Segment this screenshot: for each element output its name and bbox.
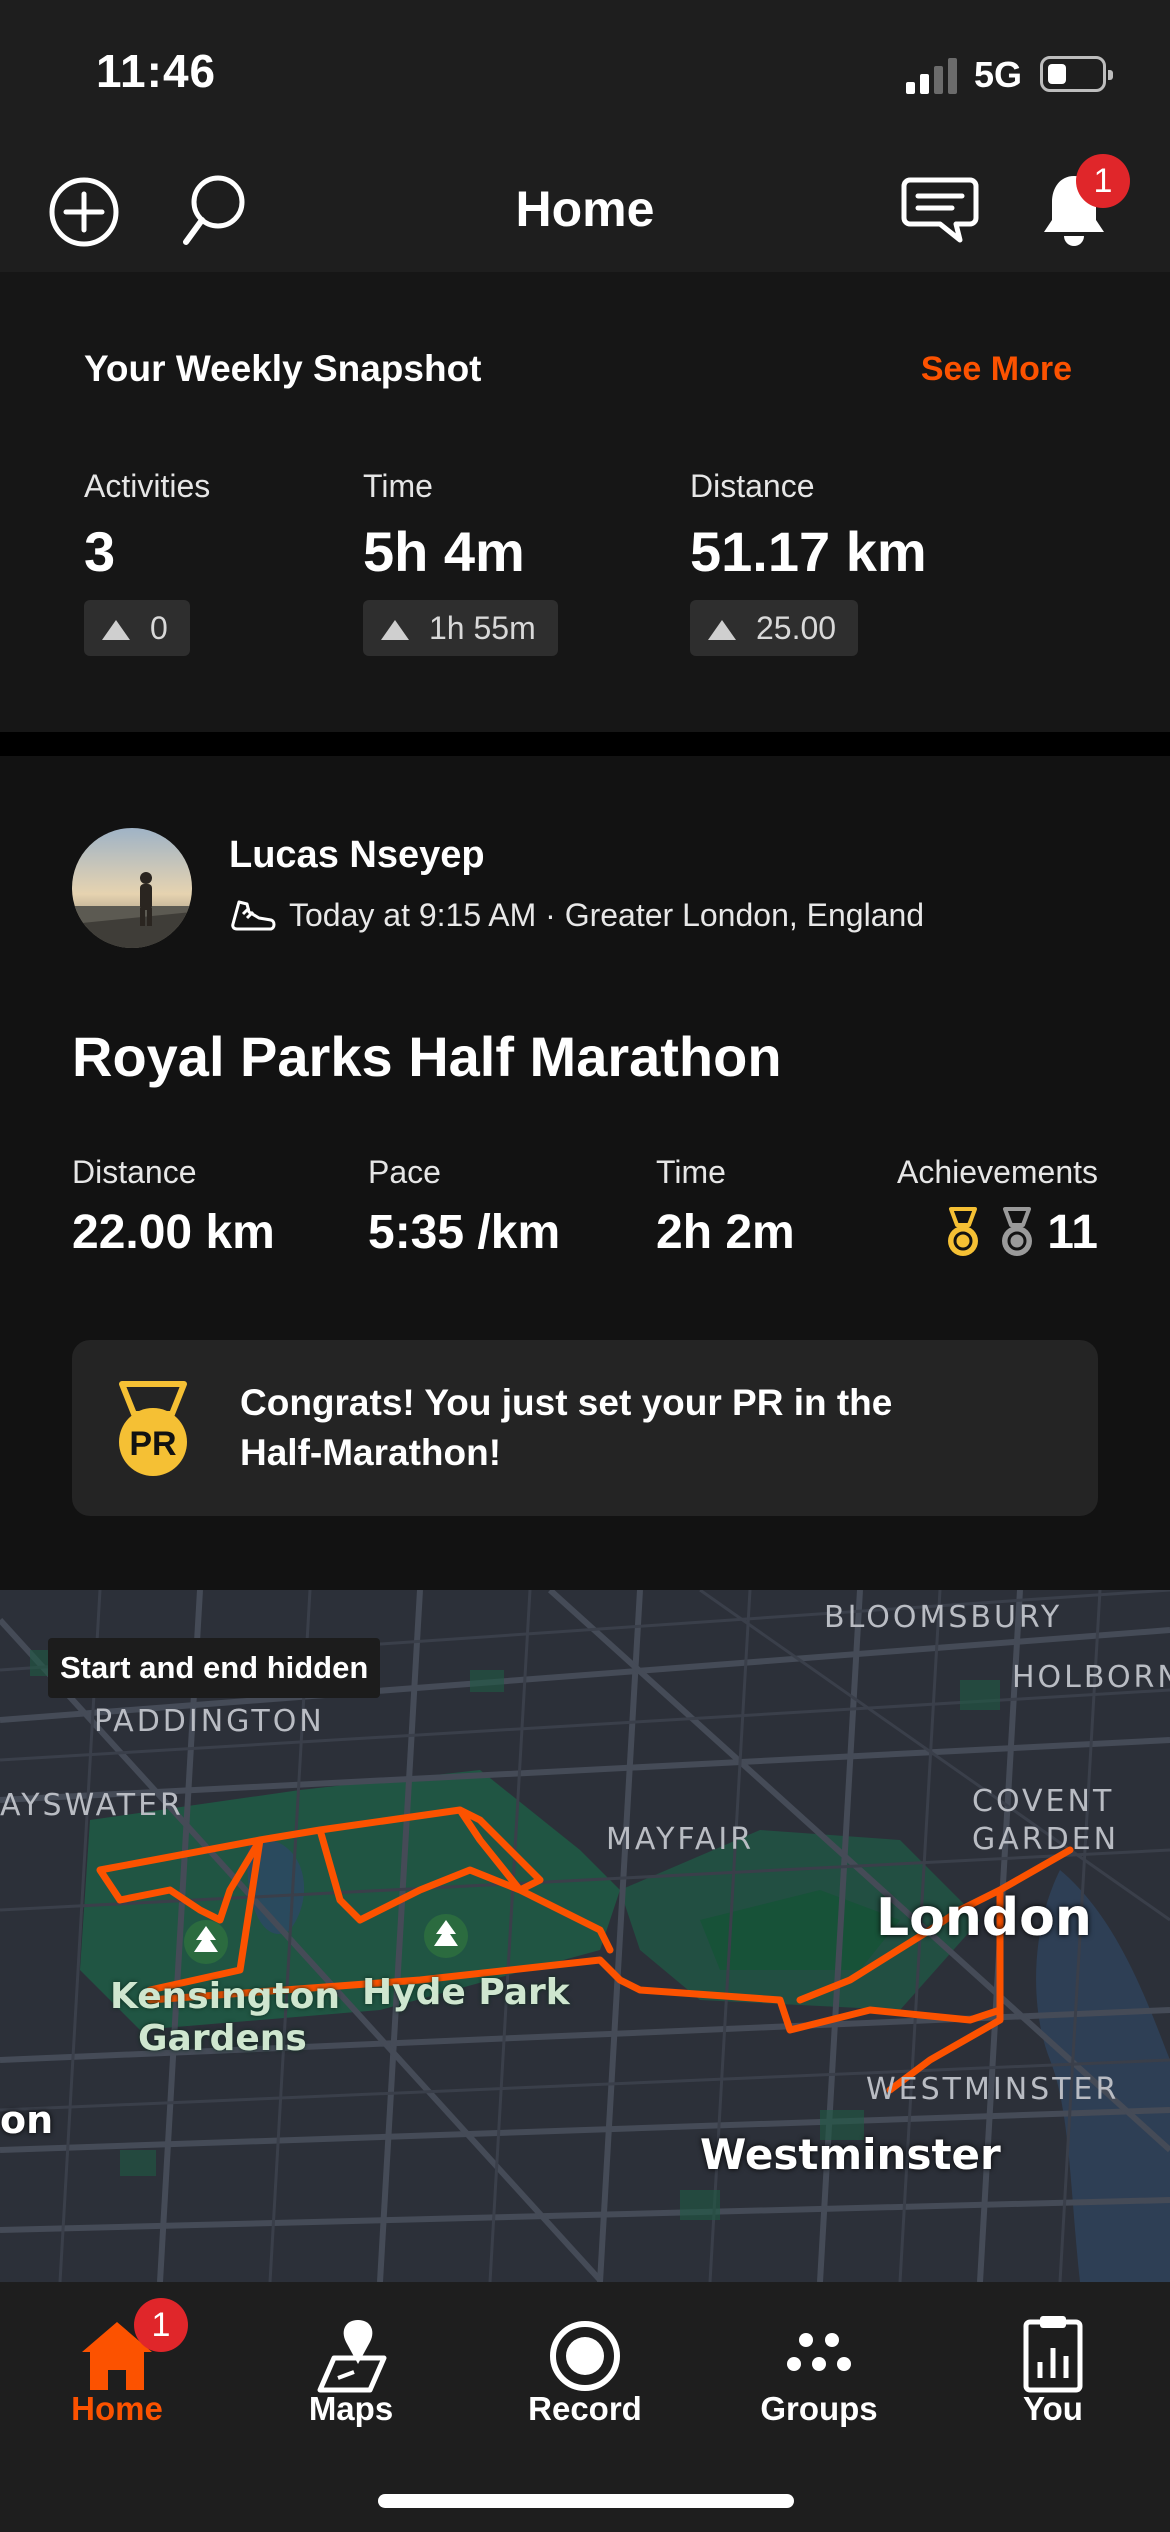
stat-value: 22.00 km xyxy=(72,1206,275,1259)
map-label-bayswater: AYSWATER xyxy=(0,1788,184,1823)
athlete-name[interactable]: Lucas Nseyep xyxy=(229,834,485,877)
gold-medal-icon xyxy=(948,1206,979,1256)
map-label-kensington: Kensington xyxy=(110,1976,341,2017)
map-label-westminster-district: WESTMINSTER xyxy=(866,2072,1120,2107)
park-tree-icon xyxy=(184,1920,228,1964)
stat-value: 5h 4m xyxy=(363,520,525,583)
map-label-westminster: Westminster xyxy=(700,2130,1001,2179)
snapshot-stat-distance: Distance 51.17 km 25.00 xyxy=(690,468,927,656)
stat-label: Distance xyxy=(72,1154,197,1190)
activity-card[interactable]: Lucas Nseyep Today at 9:15 AM · Greater … xyxy=(0,756,1170,1590)
stat-label: Time xyxy=(363,468,433,504)
stat-label: Time xyxy=(656,1154,726,1190)
weekly-snapshot-card: Your Weekly Snapshot See More Activities… xyxy=(0,272,1170,732)
profile-stats-icon xyxy=(1023,2316,1083,2393)
top-nav-bar: Home 1 xyxy=(0,140,1170,272)
map-label-bloomsbury: BLOOMSBURY xyxy=(824,1600,1063,1635)
stat-value: 3 xyxy=(84,520,116,583)
stat-delta: 25.00 xyxy=(690,600,859,656)
groups-icon xyxy=(787,2333,851,2371)
snapshot-stat-time: Time 5h 4m 1h 55m xyxy=(363,468,558,656)
home-badge: 1 xyxy=(134,2298,188,2352)
map-label-london: London xyxy=(876,1888,1092,1948)
stat-label: Pace xyxy=(368,1154,441,1190)
map-label-garden: GARDEN xyxy=(972,1822,1120,1857)
running-shoe-icon xyxy=(231,900,276,931)
map-label-edge: on xyxy=(0,2098,54,2142)
activity-stat-pace: Pace 5:35 /km xyxy=(368,1154,560,1260)
pr-message: Congrats! You just set your PR in the Ha… xyxy=(240,1382,893,1473)
achievements-count: 11 xyxy=(1047,1206,1098,1259)
map-label-mayfair: MAYFAIR xyxy=(606,1822,755,1857)
notification-badge: 1 xyxy=(1076,154,1130,208)
activity-stat-time: Time 2h 2m xyxy=(656,1154,795,1260)
tab-home[interactable]: 1 Home xyxy=(0,2282,234,2442)
pr-medal-icon: PR xyxy=(119,1381,187,1476)
record-icon xyxy=(550,2321,620,2391)
snapshot-title: Your Weekly Snapshot xyxy=(84,348,482,389)
activity-stat-achievements: Achievements 11 xyxy=(890,1154,1098,1260)
network-type: 5G xyxy=(974,54,1023,95)
messages-icon[interactable] xyxy=(900,174,980,246)
tab-you[interactable]: You xyxy=(936,2282,1170,2442)
stat-delta: 0 xyxy=(84,600,190,656)
activity-title[interactable]: Royal Parks Half Marathon xyxy=(72,1024,782,1089)
tab-label: Home xyxy=(71,2390,163,2427)
tab-record[interactable]: Record xyxy=(468,2282,702,2442)
silver-medal-icon xyxy=(1002,1206,1033,1256)
see-more-link[interactable]: See More xyxy=(921,350,1072,389)
pr-congrats-card[interactable]: PR Congrats! You just set your PR in the… xyxy=(72,1340,1098,1516)
snapshot-stat-activities: Activities 3 0 xyxy=(84,468,210,656)
battery-icon xyxy=(1040,56,1113,92)
map-label-covent: COVENT xyxy=(972,1784,1115,1819)
status-bar: 11:46 5G xyxy=(0,0,1170,140)
tab-label: Groups xyxy=(760,2390,878,2427)
activity-stat-distance: Distance 22.00 km xyxy=(72,1154,275,1260)
home-icon xyxy=(82,2322,152,2390)
tab-maps[interactable]: Maps xyxy=(234,2282,468,2442)
section-divider xyxy=(0,732,1170,756)
stat-value: 5:35 /km xyxy=(368,1206,561,1259)
tab-label: Record xyxy=(528,2390,642,2427)
stat-label: Activities xyxy=(84,468,211,504)
delta-value: 25.00 xyxy=(756,610,837,646)
route-map[interactable]: Start and end hidden BLOOMSBURY PADDINGT… xyxy=(0,1590,1170,2282)
tab-label: Maps xyxy=(308,2390,394,2427)
up-arrow-icon xyxy=(102,620,130,640)
stat-value: 51.17 km xyxy=(690,520,927,583)
map-label-paddington: PADDINGTON xyxy=(94,1704,325,1739)
home-indicator xyxy=(378,2494,794,2508)
maps-icon xyxy=(317,2320,387,2393)
park-tree-icon xyxy=(424,1914,468,1958)
tab-label: You xyxy=(1023,2390,1083,2427)
activity-meta-text: Today at 9:15 AM · Greater London, Engla… xyxy=(289,897,925,933)
activity-meta: Today at 9:15 AM · Greater London, Engla… xyxy=(229,894,924,936)
map-label-holborn: HOLBORN xyxy=(1012,1660,1170,1695)
delta-value: 1h 55m xyxy=(429,610,536,646)
delta-value: 0 xyxy=(150,610,168,646)
map-label-hyde-park: Hyde Park xyxy=(362,1972,570,2013)
tab-groups[interactable]: Groups xyxy=(702,2282,936,2442)
status-time: 11:46 xyxy=(96,45,217,97)
cellular-signal-icon xyxy=(906,58,957,94)
pr-badge-text: PR xyxy=(129,1425,176,1463)
stat-label: Distance xyxy=(690,468,815,504)
stat-value-row: 11 xyxy=(890,1205,1098,1260)
up-arrow-icon xyxy=(381,620,409,640)
up-arrow-icon xyxy=(708,620,736,640)
privacy-tag: Start and end hidden xyxy=(48,1638,381,1698)
stat-label: Achievements xyxy=(897,1154,1098,1190)
stat-value: 2h 2m xyxy=(656,1206,795,1259)
avatar[interactable] xyxy=(72,828,192,948)
page-title: Home xyxy=(515,181,655,237)
map-label-gardens: Gardens xyxy=(138,2018,307,2059)
stat-delta: 1h 55m xyxy=(363,600,558,656)
